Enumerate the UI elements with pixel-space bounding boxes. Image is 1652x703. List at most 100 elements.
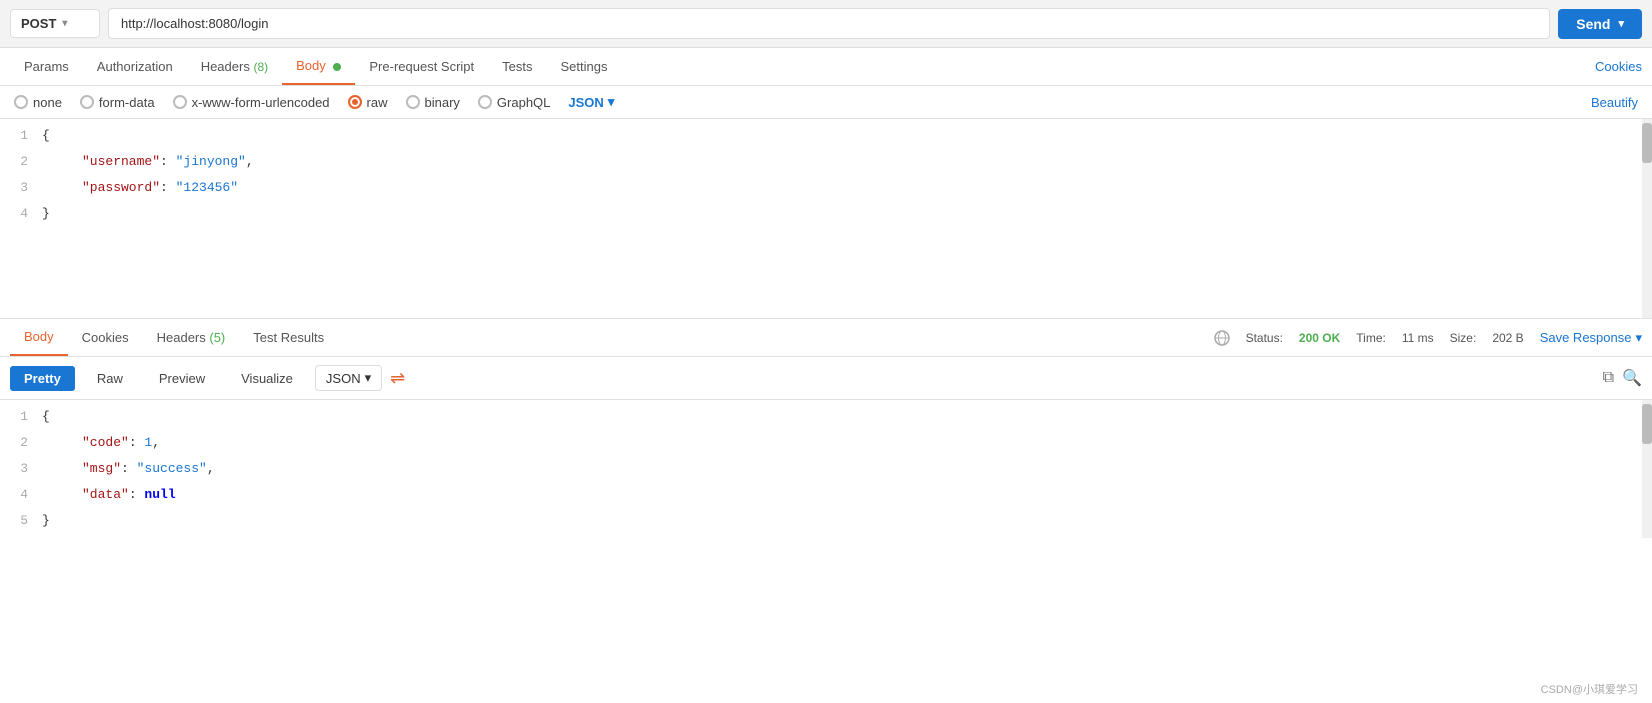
response-format-chevron-icon: ▾: [365, 370, 372, 386]
globe-icon: [1214, 330, 1230, 346]
response-json-dropdown[interactable]: JSON ▾: [315, 365, 382, 391]
radio-form-data-circle: [80, 95, 94, 109]
request-toolbar: POST ▾ Send ▾: [0, 0, 1652, 48]
json-type-dropdown[interactable]: JSON ▾: [568, 94, 614, 110]
tab-tests[interactable]: Tests: [488, 49, 546, 84]
resp-line-num-2: 2: [0, 430, 28, 456]
tab-body[interactable]: Body: [282, 48, 355, 85]
search-icon[interactable]: 🔍: [1622, 368, 1642, 388]
format-tab-preview[interactable]: Preview: [145, 366, 219, 391]
wrap-lines-icon[interactable]: ⇌: [390, 368, 405, 389]
radio-binary[interactable]: binary: [406, 95, 460, 110]
tab-pre-request-script[interactable]: Pre-request Script: [355, 49, 488, 84]
request-scroll-thumb: [1642, 123, 1652, 163]
resp-headers-badge: (5): [209, 330, 225, 345]
radio-urlencoded-circle: [173, 95, 187, 109]
response-tab-test-results[interactable]: Test Results: [239, 320, 338, 355]
resp-line-num-3: 3: [0, 456, 28, 482]
radio-form-data[interactable]: form-data: [80, 95, 155, 110]
resp-line-num-5: 5: [0, 508, 28, 534]
resp-line-2: "code": 1,: [42, 430, 1652, 456]
response-tab-headers[interactable]: Headers (5): [143, 320, 240, 355]
send-label: Send: [1576, 16, 1610, 32]
request-code-block: 1 2 3 4 { "username": "jinyong", "passwo…: [0, 119, 1652, 231]
request-scroll-track[interactable]: [1642, 119, 1652, 318]
save-response-button[interactable]: Save Response ▾: [1540, 330, 1642, 346]
req-line-1: {: [42, 123, 1652, 149]
format-tab-visualize[interactable]: Visualize: [227, 366, 307, 391]
response-code-content: { "code": 1, "msg": "success", "data": n…: [38, 404, 1652, 534]
radio-urlencoded-label: x-www-form-urlencoded: [192, 95, 330, 110]
radio-none[interactable]: none: [14, 95, 62, 110]
radio-graphql-circle: [478, 95, 492, 109]
response-subtoolbar: Pretty Raw Preview Visualize JSON ▾ ⇌ ⧉ …: [0, 357, 1652, 400]
request-code-content: { "username": "jinyong", "password": "12…: [38, 123, 1652, 227]
send-button[interactable]: Send ▾: [1558, 9, 1642, 39]
format-tab-raw[interactable]: Raw: [83, 366, 137, 391]
resp-line-5: }: [42, 508, 1652, 534]
radio-graphql[interactable]: GraphQL: [478, 95, 550, 110]
radio-raw-label: raw: [367, 95, 388, 110]
line-num-4: 4: [0, 201, 28, 227]
tab-authorization[interactable]: Authorization: [83, 49, 187, 84]
status-label: Status:: [1246, 331, 1283, 345]
radio-none-circle: [14, 95, 28, 109]
time-label: Time:: [1356, 331, 1386, 345]
size-value: 202 B: [1492, 331, 1523, 345]
size-label: Size:: [1450, 331, 1477, 345]
method-label: POST: [21, 16, 56, 31]
resp-headers-label: Headers: [157, 330, 206, 345]
resp-line-1: {: [42, 404, 1652, 430]
line-num-1: 1: [0, 123, 28, 149]
response-body-editor: 1 2 3 4 5 { "code": 1, "msg": "success",…: [0, 400, 1652, 538]
radio-raw[interactable]: raw: [348, 95, 388, 110]
method-chevron-icon: ▾: [62, 18, 67, 29]
body-active-dot: [333, 63, 341, 71]
method-dropdown[interactable]: POST ▾: [10, 9, 100, 38]
watermark: CSDN@小琪爱学习: [1541, 681, 1638, 697]
radio-graphql-label: GraphQL: [497, 95, 550, 110]
response-section: Body Cookies Headers (5) Test Results St…: [0, 319, 1652, 538]
response-tab-bar: Body Cookies Headers (5) Test Results St…: [0, 319, 1652, 357]
beautify-button[interactable]: Beautify: [1591, 95, 1638, 110]
req-line-4: }: [42, 201, 1652, 227]
headers-badge: (8): [253, 60, 268, 74]
url-input[interactable]: [108, 8, 1550, 39]
save-response-label: Save Response: [1540, 330, 1632, 345]
resp-line-3: "msg": "success",: [42, 456, 1652, 482]
json-type-chevron-icon: ▾: [608, 94, 615, 110]
tab-body-label: Body: [296, 58, 326, 73]
resp-line-4: "data": null: [42, 482, 1652, 508]
time-value: 11 ms: [1402, 331, 1434, 345]
tab-headers[interactable]: Headers (8): [187, 49, 282, 84]
line-num-3: 3: [0, 175, 28, 201]
radio-raw-circle: [348, 95, 362, 109]
radio-none-label: none: [33, 95, 62, 110]
response-status-bar: Status: 200 OK Time: 11 ms Size: 202 B S…: [1214, 330, 1642, 346]
cookies-link[interactable]: Cookies: [1595, 49, 1642, 84]
req-line-2: "username": "jinyong",: [42, 149, 1652, 175]
tab-settings[interactable]: Settings: [547, 49, 622, 84]
response-scroll-thumb: [1642, 404, 1652, 444]
tab-params[interactable]: Params: [10, 49, 83, 84]
response-line-numbers: 1 2 3 4 5: [0, 404, 38, 534]
format-tab-pretty[interactable]: Pretty: [10, 366, 75, 391]
copy-icon[interactable]: ⧉: [1603, 369, 1614, 387]
radio-urlencoded[interactable]: x-www-form-urlencoded: [173, 95, 330, 110]
response-code-block: 1 2 3 4 5 { "code": 1, "msg": "success",…: [0, 400, 1652, 538]
response-tab-cookies[interactable]: Cookies: [68, 320, 143, 355]
radio-binary-circle: [406, 95, 420, 109]
line-num-2: 2: [0, 149, 28, 175]
status-value: 200 OK: [1299, 331, 1340, 345]
response-scroll-track[interactable]: [1642, 400, 1652, 538]
resp-line-num-1: 1: [0, 404, 28, 430]
radio-form-data-label: form-data: [99, 95, 155, 110]
radio-binary-label: binary: [425, 95, 460, 110]
request-tab-bar: Params Authorization Headers (8) Body Pr…: [0, 48, 1652, 86]
response-format-label: JSON: [326, 371, 361, 386]
request-body-editor[interactable]: 1 2 3 4 { "username": "jinyong", "passwo…: [0, 119, 1652, 319]
send-chevron-icon: ▾: [1618, 17, 1624, 30]
json-type-label: JSON: [568, 95, 603, 110]
req-line-3: "password": "123456": [42, 175, 1652, 201]
response-tab-body[interactable]: Body: [10, 319, 68, 356]
